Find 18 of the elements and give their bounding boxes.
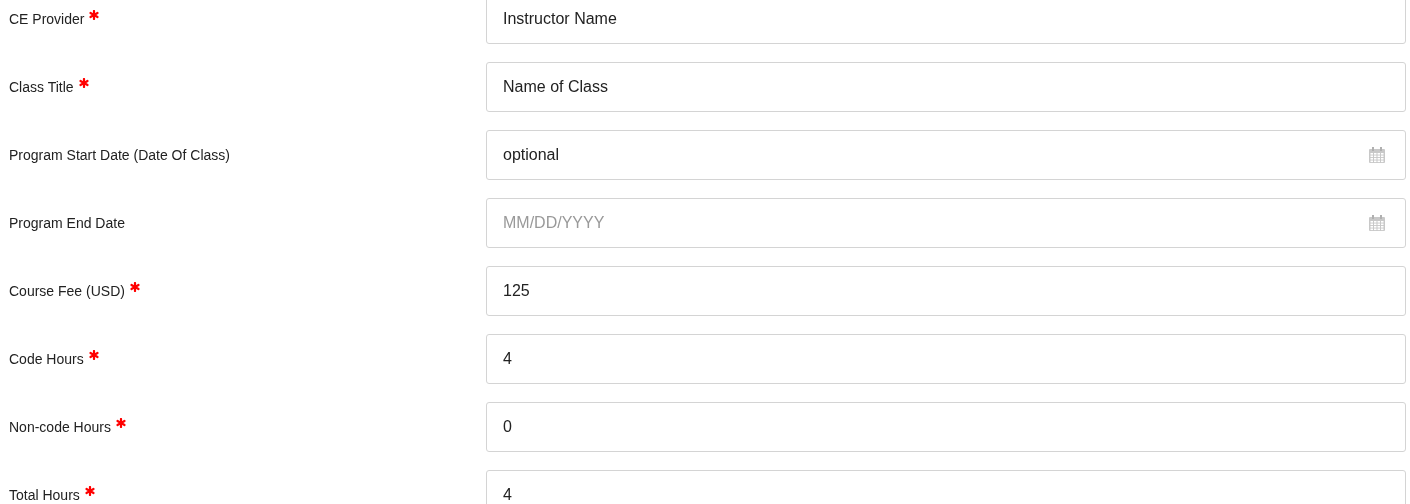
field-label: Non-code Hours — [9, 417, 111, 437]
field-label: Program End Date — [9, 213, 125, 233]
input-field[interactable]: 125 — [486, 266, 1406, 316]
calendar-icon — [1368, 146, 1386, 164]
calendar-icon — [1368, 214, 1386, 232]
input-field[interactable]: 4 — [486, 470, 1406, 504]
date-field[interactable]: optional — [486, 130, 1406, 180]
field-label: Code Hours — [9, 349, 84, 369]
field-label: Total Hours — [9, 485, 80, 504]
field-label: Course Fee (USD) — [9, 281, 125, 301]
input-field[interactable]: 0 — [486, 402, 1406, 452]
field-label: Program Start Date (Date Of Class) — [9, 145, 230, 165]
date-field[interactable]: MM/DD/YYYY — [486, 198, 1406, 248]
field-label: Class Title — [9, 77, 74, 97]
input-field[interactable]: Instructor Name — [486, 0, 1406, 44]
input-field[interactable]: Name of Class — [486, 62, 1406, 112]
field-label: CE Provider — [9, 9, 85, 29]
input-field[interactable]: 4 — [486, 334, 1406, 384]
